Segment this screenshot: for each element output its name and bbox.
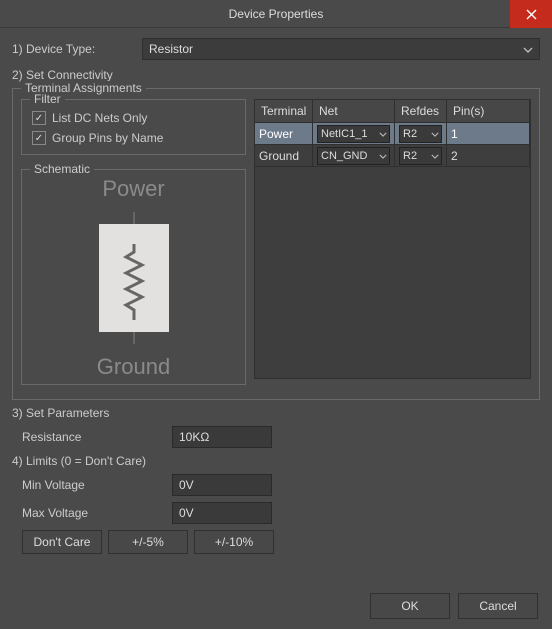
refdes-dropdown[interactable]: R2: [399, 147, 442, 165]
cell-refdes: R2: [395, 145, 447, 166]
checkbox-icon: ✓: [32, 131, 46, 145]
cell-pins: 1: [447, 123, 530, 144]
cell-refdes: R2: [395, 123, 447, 144]
device-type-label: 1) Device Type:: [12, 42, 142, 56]
resistance-label: Resistance: [22, 430, 172, 444]
refdes-dropdown-value: R2: [403, 150, 417, 162]
net-dropdown[interactable]: NetIC1_1: [317, 125, 390, 143]
checkbox-icon: ✓: [32, 111, 46, 125]
th-net[interactable]: Net: [313, 100, 395, 122]
titlebar: Device Properties: [0, 0, 552, 28]
schematic-group: Schematic Power Ground: [21, 169, 246, 385]
device-type-value: Resistor: [149, 42, 193, 56]
set-connectivity-label: 2) Set Connectivity: [12, 68, 540, 82]
cell-terminal: Power: [255, 123, 313, 144]
cell-pins: 2: [447, 145, 530, 166]
terminal-assignments-group: Terminal Assignments Filter ✓ List DC Ne…: [12, 88, 540, 400]
window-title: Device Properties: [229, 7, 324, 21]
pm5-button[interactable]: +/-5%: [108, 530, 188, 554]
cell-net: NetIC1_1: [313, 123, 395, 144]
list-dc-label: List DC Nets Only: [52, 111, 147, 125]
chevron-down-icon: [431, 150, 439, 162]
set-parameters-label: 3) Set Parameters: [12, 406, 540, 420]
ok-button[interactable]: OK: [370, 593, 450, 619]
dialog-footer: OK Cancel: [370, 593, 538, 619]
th-pins[interactable]: Pin(s): [447, 100, 530, 122]
cell-terminal: Ground: [255, 145, 313, 166]
refdes-dropdown[interactable]: R2: [399, 125, 442, 143]
resistor-symbol: [99, 224, 169, 332]
list-dc-checkbox[interactable]: ✓ List DC Nets Only: [28, 108, 239, 128]
dont-care-button[interactable]: Don't Care: [22, 530, 102, 554]
cell-net: CN_GND: [313, 145, 395, 166]
net-dropdown-value: CN_GND: [321, 150, 367, 162]
limits-label: 4) Limits (0 = Don't Care): [12, 454, 540, 468]
resistor-icon: [122, 244, 146, 320]
table-row[interactable]: Ground CN_GND R2: [255, 145, 530, 167]
chevron-down-icon: [379, 128, 387, 140]
refdes-dropdown-value: R2: [403, 128, 417, 140]
schematic-bottom-label: Ground: [97, 354, 170, 380]
chevron-down-icon: [523, 42, 533, 56]
schematic-top-label: Power: [102, 176, 164, 202]
close-icon: [526, 9, 537, 20]
cancel-button[interactable]: Cancel: [458, 593, 538, 619]
chevron-down-icon: [379, 150, 387, 162]
resistance-input[interactable]: 10KΩ: [172, 426, 272, 448]
max-voltage-label: Max Voltage: [22, 506, 172, 520]
chevron-down-icon: [431, 128, 439, 140]
table-header: Terminal Net Refdes Pin(s): [255, 100, 530, 123]
group-pins-checkbox[interactable]: ✓ Group Pins by Name: [28, 128, 239, 148]
th-refdes[interactable]: Refdes: [395, 100, 447, 122]
table-row[interactable]: Power NetIC1_1 R2: [255, 123, 530, 145]
schematic-title: Schematic: [30, 162, 94, 176]
filter-title: Filter: [30, 92, 65, 106]
net-dropdown[interactable]: CN_GND: [317, 147, 390, 165]
close-button[interactable]: [510, 0, 552, 28]
filter-group: Filter ✓ List DC Nets Only ✓ Group Pins …: [21, 99, 246, 155]
pm10-button[interactable]: +/-10%: [194, 530, 274, 554]
min-voltage-label: Min Voltage: [22, 478, 172, 492]
min-voltage-input[interactable]: 0V: [172, 474, 272, 496]
max-voltage-input[interactable]: 0V: [172, 502, 272, 524]
th-terminal[interactable]: Terminal: [255, 100, 313, 122]
net-dropdown-value: NetIC1_1: [321, 128, 367, 140]
device-type-dropdown[interactable]: Resistor: [142, 38, 540, 60]
terminal-table: Terminal Net Refdes Pin(s) Power NetIC1_…: [254, 99, 531, 379]
group-pins-label: Group Pins by Name: [52, 131, 163, 145]
